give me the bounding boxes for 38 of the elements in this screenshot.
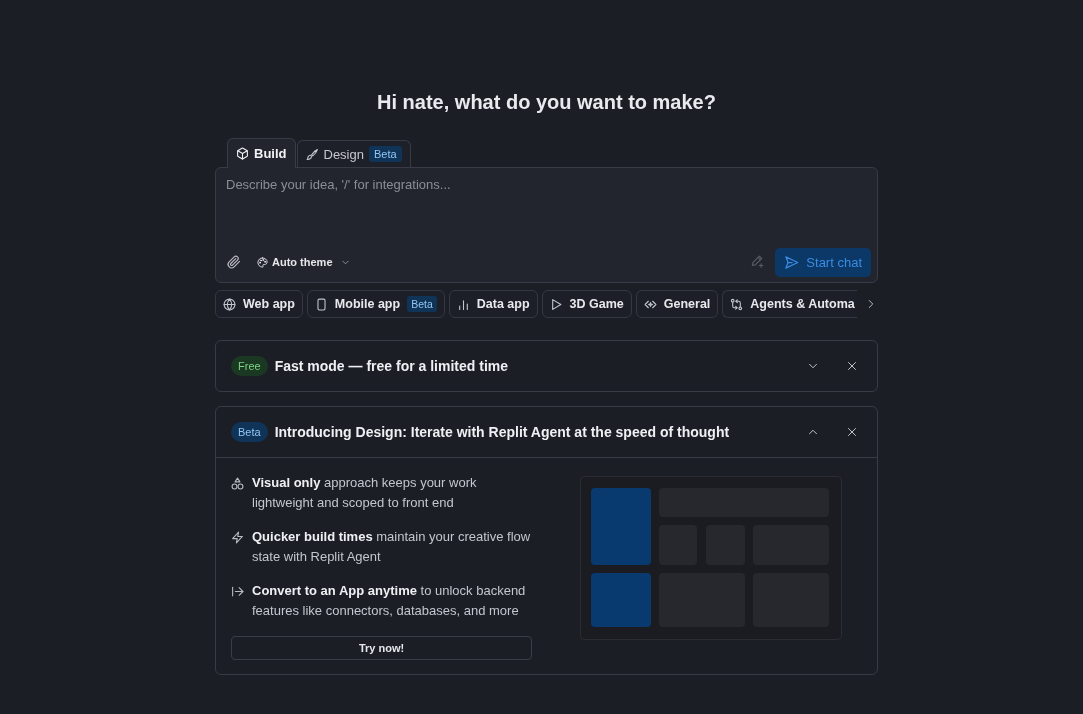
theme-dropdown[interactable]: Auto theme	[257, 256, 350, 268]
play-icon	[549, 297, 563, 311]
app-type-chip[interactable]: Mobile app Beta	[306, 290, 445, 318]
git-compare-icon	[730, 297, 744, 311]
mode-tab[interactable]: Design Beta	[296, 140, 411, 167]
globe-icon	[223, 297, 236, 311]
shapes-icon	[231, 477, 244, 490]
app-type-chip[interactable]: Web app	[215, 290, 303, 318]
palette-icon	[257, 256, 268, 268]
close-button[interactable]	[846, 426, 858, 438]
lightning-icon	[231, 531, 244, 544]
card-title: Introducing Design: Iterate with Replit Agent at the speed of thought	[274, 424, 730, 440]
close-button[interactable]	[846, 360, 858, 372]
bar-chart-icon	[456, 297, 470, 311]
cube-icon	[236, 147, 249, 160]
send-icon	[784, 254, 800, 270]
feature-text: Quicker build times maintain your creative flow state with Replit Agent	[252, 528, 532, 566]
pen-plus-icon	[750, 255, 765, 269]
badge: Beta	[368, 146, 402, 162]
mode-tab[interactable]: Build	[227, 138, 296, 168]
paperclip-icon	[227, 255, 241, 269]
feature-text: Visual only approach keeps your work lightweight and scoped to front end	[252, 474, 478, 512]
app-type-chip[interactable]: Data app	[448, 290, 538, 318]
app-type-chip[interactable]: General	[635, 290, 719, 318]
attach-button[interactable]	[227, 255, 241, 269]
brush-icon	[305, 147, 319, 161]
badge: Beta	[407, 296, 437, 312]
card-title: Fast mode — free for a limited time	[274, 358, 508, 374]
close-icon	[846, 426, 858, 438]
badge: Beta	[231, 422, 268, 442]
app-type-chip[interactable]: Agents & Automa	[722, 290, 857, 318]
badge: Free	[231, 356, 268, 376]
try-now-button[interactable]: Try now!	[231, 636, 532, 660]
feature-text: Convert to an App anytime to unlock backend features like connectors, databases, and more	[252, 582, 527, 620]
app-type-chip[interactable]: 3D Game	[541, 290, 632, 318]
close-icon	[846, 360, 858, 372]
page-heading: Hi nate, what do you want to make?	[376, 90, 717, 114]
smartphone-icon	[314, 297, 328, 311]
